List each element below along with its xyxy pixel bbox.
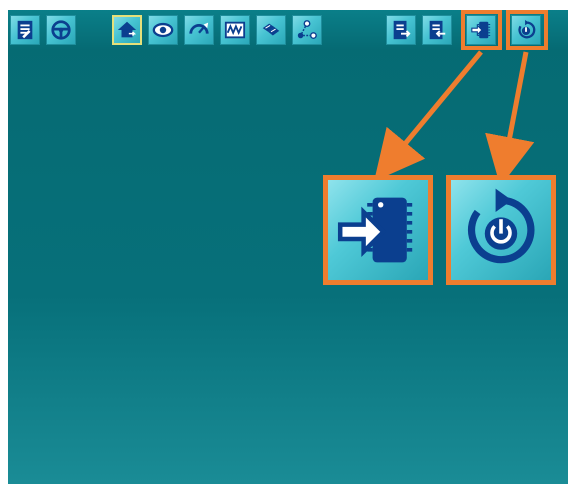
- chip-input-icon: [337, 197, 413, 263]
- import-button[interactable]: [422, 15, 452, 45]
- gauge-icon: [189, 22, 209, 34]
- power-reset-icon: [467, 188, 535, 264]
- export-button[interactable]: [386, 15, 416, 45]
- document-export-icon: [393, 20, 411, 40]
- power-reset-highlight: [506, 10, 548, 50]
- power-reset-zoom-button[interactable]: [446, 175, 556, 285]
- network-nodes-icon: [297, 20, 317, 39]
- parts-icon: [262, 23, 280, 36]
- steering-wheel-icon: [51, 20, 71, 40]
- home-button[interactable]: [112, 15, 142, 45]
- parts-button[interactable]: [256, 15, 286, 45]
- home-icon: [117, 21, 137, 38]
- signal-button[interactable]: [220, 15, 250, 45]
- chip-input-highlight: [461, 10, 502, 50]
- steering-button[interactable]: [46, 15, 76, 45]
- report-button[interactable]: [10, 15, 40, 45]
- eye-icon: [152, 22, 174, 38]
- network-button[interactable]: [292, 15, 322, 45]
- signal-wave-icon: [224, 21, 246, 39]
- gauge-button[interactable]: [184, 15, 214, 45]
- report-icon: [17, 20, 33, 40]
- view-button[interactable]: [148, 15, 178, 45]
- document-import-icon: [429, 20, 446, 40]
- chip-input-zoom-button[interactable]: [323, 175, 433, 285]
